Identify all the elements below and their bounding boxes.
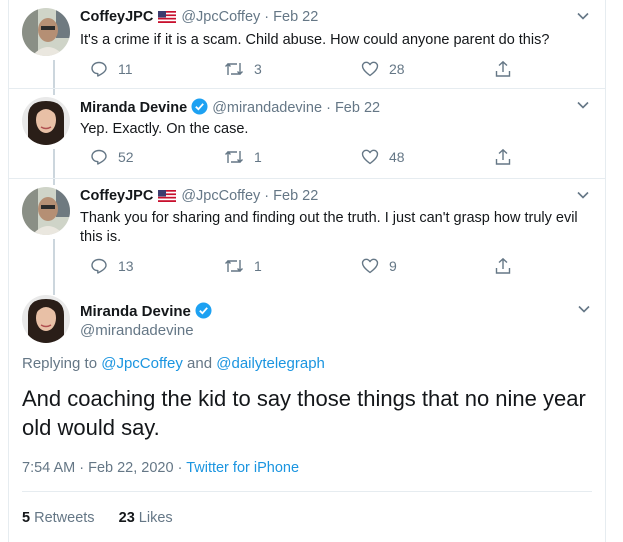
reply-icon <box>91 258 107 274</box>
replying-and: and <box>187 355 213 372</box>
reply-count: 11 <box>118 61 133 77</box>
thread-line <box>53 285 55 295</box>
reply-button[interactable]: 52 <box>90 147 134 167</box>
retweet-icon <box>225 151 243 163</box>
avatar[interactable] <box>22 97 70 145</box>
us-flag-icon <box>158 11 177 27</box>
avatar[interactable] <box>22 187 70 235</box>
tweet-text: And coaching the kid to say those things… <box>22 386 586 440</box>
verified-badge-icon <box>195 302 212 323</box>
retweet-icon <box>225 63 243 75</box>
reply-tweet[interactable]: Miranda Devine @mirandadevine · Feb 22 Y… <box>8 89 606 178</box>
chevron-down-icon[interactable] <box>576 9 590 23</box>
author-name[interactable]: CoffeyJPC <box>80 9 153 25</box>
retweets-label: Retweets <box>34 510 95 526</box>
tweet-actions: 13 1 9 <box>80 256 520 276</box>
retweet-count: 3 <box>254 61 262 77</box>
tweet-meta: 7:54 AM · Feb 22, 2020 · Twitter for iPh… <box>22 460 299 476</box>
author-handle[interactable]: @JpcCoffey <box>181 188 260 204</box>
like-button[interactable]: 48 <box>361 147 405 167</box>
tweet-header: CoffeyJPC @JpcCoffey · Feb 22 <box>80 9 319 27</box>
replying-to: Replying to @JpcCoffey and @dailytelegra… <box>22 355 325 372</box>
thread-line <box>53 60 55 88</box>
chevron-down-icon[interactable] <box>576 98 590 112</box>
tweet-text: It's a crime if it is a scam. Child abus… <box>80 32 550 48</box>
thread-line <box>53 239 55 285</box>
share-button[interactable] <box>494 147 522 167</box>
heart-icon <box>361 61 379 77</box>
thread-line <box>53 89 55 95</box>
like-count: 9 <box>389 258 397 274</box>
author-handle[interactable]: @mirandadevine <box>212 100 322 116</box>
tweet-date[interactable]: Feb 22 <box>335 100 380 116</box>
share-icon <box>495 60 511 77</box>
retweet-button[interactable]: 1 <box>224 147 262 167</box>
tweet-date[interactable]: Feb 22 <box>273 188 318 204</box>
retweet-count: 1 <box>254 149 262 165</box>
reply-button[interactable]: 11 <box>90 59 133 79</box>
like-button[interactable]: 28 <box>361 59 405 79</box>
chevron-down-icon[interactable] <box>576 188 590 202</box>
likes-count: 23 <box>118 510 135 526</box>
share-icon <box>495 257 511 274</box>
avatar[interactable] <box>22 295 70 343</box>
retweets-count: 5 <box>22 510 31 526</box>
thread-line <box>53 149 55 178</box>
retweet-button[interactable]: 1 <box>224 256 262 276</box>
chevron-down-icon[interactable] <box>577 302 591 316</box>
reply-icon <box>91 149 107 165</box>
tweet-text: Yep. Exactly. On the case. <box>80 121 249 137</box>
share-icon <box>495 148 511 165</box>
us-flag-icon <box>158 190 177 206</box>
likes-label: Likes <box>138 510 173 526</box>
tweet-actions: 11 3 28 <box>80 59 520 79</box>
retweet-icon <box>225 260 243 272</box>
avatar[interactable] <box>22 8 70 56</box>
reply-button[interactable]: 13 <box>90 256 134 276</box>
verified-badge-icon <box>191 98 208 119</box>
like-count: 28 <box>389 61 405 77</box>
source-link[interactable]: Twitter for iPhone <box>186 460 299 476</box>
share-button[interactable] <box>494 59 522 79</box>
author-name[interactable]: Miranda Devine <box>80 100 187 116</box>
divider <box>22 491 592 492</box>
likes-stat[interactable]: 23 Likes <box>119 510 173 526</box>
author-handle[interactable]: @JpcCoffey <box>181 9 260 25</box>
thread-line <box>53 179 55 185</box>
replying-prefix: Replying to <box>22 355 98 372</box>
reply-tweet[interactable]: CoffeyJPC @JpcCoffey · Feb 22 Thank you f… <box>8 179 606 285</box>
like-button[interactable]: 9 <box>361 256 397 276</box>
engagement-stats: 5 Retweets 23 Likes <box>22 510 173 526</box>
author-name: Miranda Devine <box>80 302 212 323</box>
reply-icon <box>91 61 107 77</box>
tweet-header: Miranda Devine @mirandadevine · Feb 22 <box>80 98 380 119</box>
reply-count: 52 <box>118 149 134 165</box>
like-count: 48 <box>389 149 405 165</box>
tweet-header: CoffeyJPC @JpcCoffey · Feb 22 <box>80 188 319 206</box>
share-button[interactable] <box>494 256 522 276</box>
retweet-button[interactable]: 3 <box>224 59 262 79</box>
tweet-date[interactable]: Feb 22 <box>273 9 318 25</box>
heart-icon <box>361 258 379 274</box>
retweets-stat[interactable]: 5 Retweets <box>22 510 95 526</box>
tweet-text: Thank you for sharing and finding out th… <box>80 210 578 245</box>
mention-link[interactable]: @JpcCoffey <box>101 355 183 372</box>
retweet-count: 1 <box>254 258 262 274</box>
author-name-text[interactable]: Miranda Devine <box>80 303 191 320</box>
author-name[interactable]: CoffeyJPC <box>80 188 153 204</box>
author-handle[interactable]: @mirandadevine <box>80 322 194 339</box>
reply-tweet[interactable]: CoffeyJPC @JpcCoffey · Feb 22 It's a crim… <box>8 0 606 88</box>
reply-count: 13 <box>118 258 134 274</box>
tweet-actions: 52 1 48 <box>80 147 520 167</box>
timestamp[interactable]: 7:54 AM · Feb 22, 2020 · <box>22 460 182 476</box>
heart-icon <box>361 149 379 165</box>
mention-link[interactable]: @dailytelegraph <box>216 355 325 372</box>
